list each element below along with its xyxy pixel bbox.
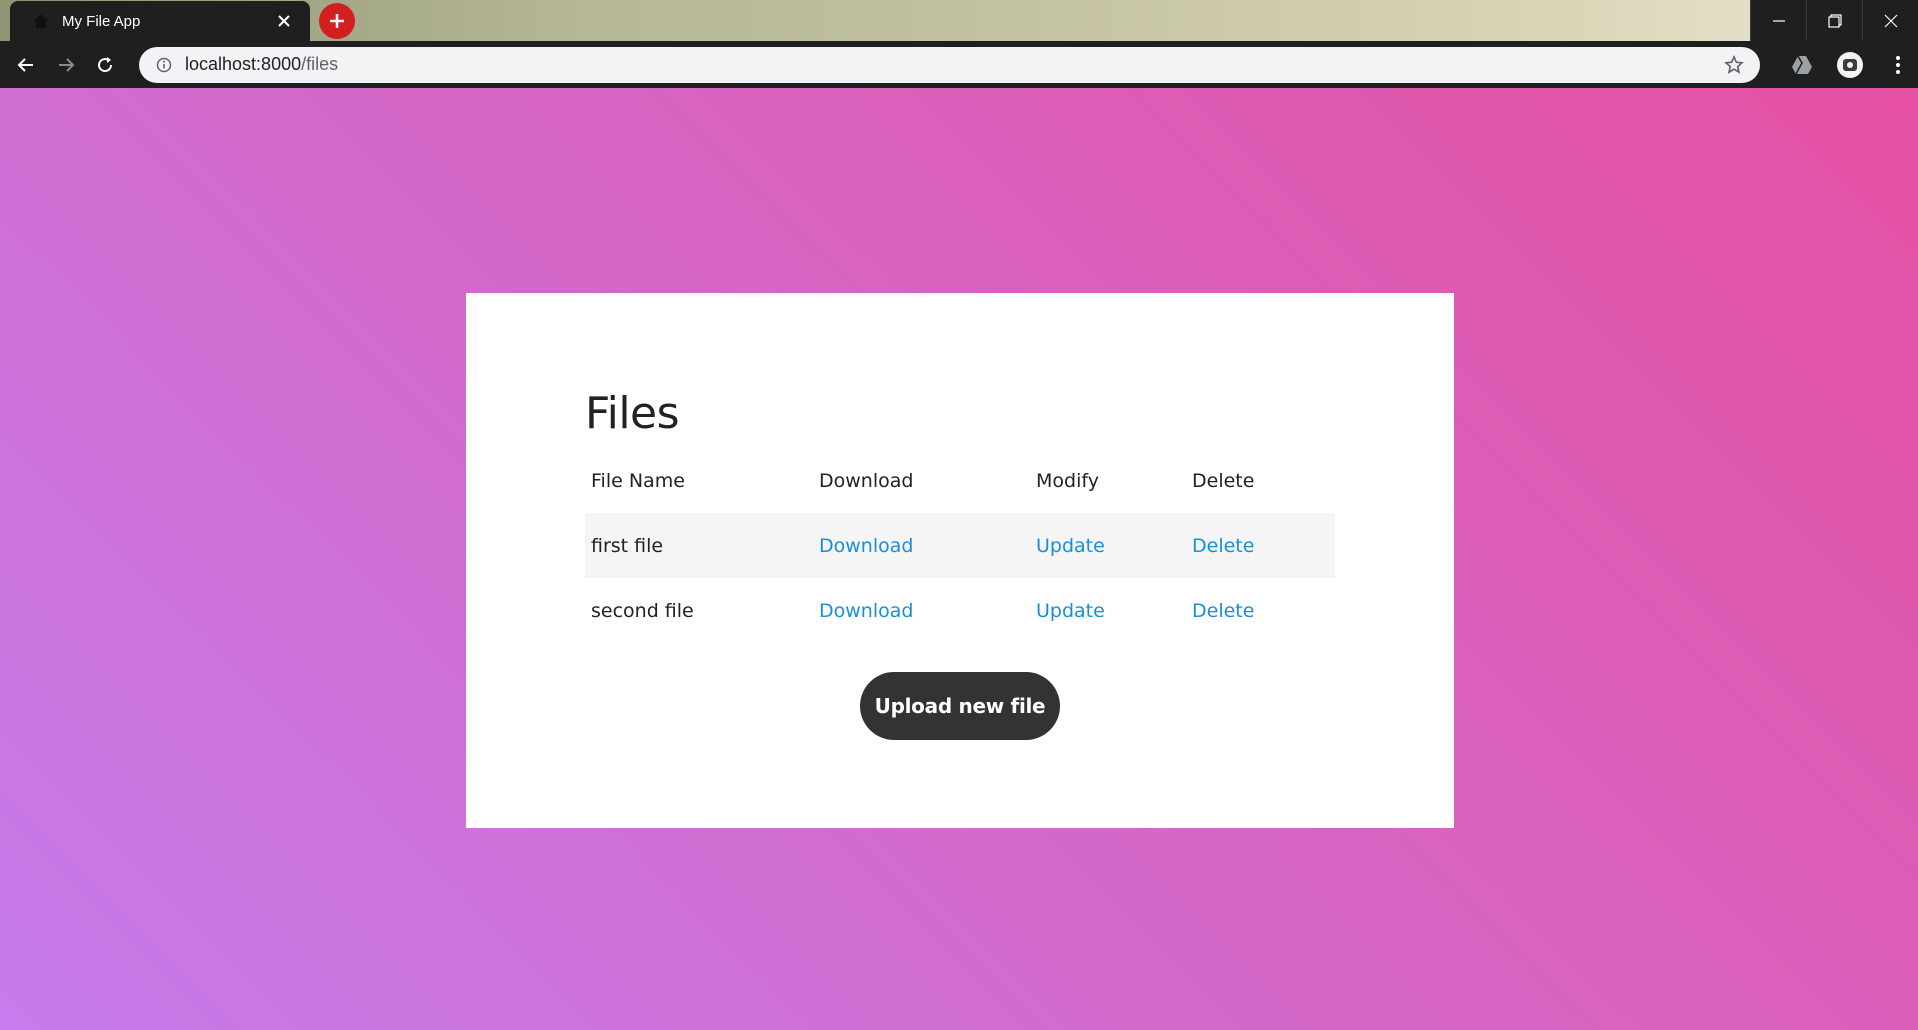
drive-icon[interactable] [1782,45,1822,85]
download-link[interactable]: Download [819,600,913,622]
browser-toolbar: localhost:8000/files [0,41,1918,88]
info-icon[interactable] [153,54,175,76]
browser-tabstrip: My File App [0,0,1918,41]
new-tab-plus-icon[interactable] [319,3,355,39]
back-arrow-icon[interactable] [6,45,46,85]
delete-link[interactable]: Delete [1192,600,1254,622]
header-delete: Delete [1192,469,1255,492]
table-row: second file Download Update Delete [585,578,1335,643]
download-cell: Download [813,578,1030,643]
header-modify: Modify [1036,469,1099,492]
files-table: File Name Download Modify Delete first f… [585,448,1335,643]
update-link[interactable]: Update [1036,535,1105,557]
url-text: localhost:8000/files [185,54,1720,75]
table-row: first file Download Update Delete [585,513,1335,578]
url-host: localhost:8000 [185,54,302,74]
file-name-cell: second file [591,599,694,622]
browser-tab[interactable]: My File App [10,1,310,41]
home-icon [34,14,48,28]
delete-link[interactable]: Delete [1192,535,1254,557]
window-controls [1750,0,1918,41]
toolbar-extensions [1774,45,1918,85]
modify-cell: Update [1030,513,1186,578]
delete-cell: Delete [1186,578,1335,643]
profile-avatar-icon[interactable] [1830,45,1870,85]
table-header-row: File Name Download Modify Delete [585,448,1335,513]
upload-new-file-button[interactable]: Upload new file [860,672,1060,740]
page-viewport: Files File Name Download Modify Delete f… [0,88,1918,1030]
close-window-icon[interactable] [1862,0,1918,41]
download-cell: Download [813,513,1030,578]
bookmark-star-icon[interactable] [1720,51,1748,79]
restore-icon[interactable] [1806,0,1862,41]
download-link[interactable]: Download [819,535,913,557]
forward-arrow-icon[interactable] [46,45,86,85]
header-file-name: File Name [591,469,685,492]
url-path: /files [301,54,339,74]
delete-cell: Delete [1186,513,1335,578]
reload-icon[interactable] [85,45,125,85]
file-name-cell: first file [591,534,664,557]
address-bar[interactable]: localhost:8000/files [139,46,1760,83]
header-download: Download [819,469,914,492]
files-card: Files File Name Download Modify Delete f… [466,293,1454,828]
tab-title: My File App [62,12,141,30]
menu-kebab-icon[interactable] [1878,45,1918,85]
update-link[interactable]: Update [1036,600,1105,622]
minimize-icon[interactable] [1750,0,1806,41]
page-title: Files [585,388,680,439]
modify-cell: Update [1030,578,1186,643]
close-tab-icon[interactable] [272,9,296,33]
